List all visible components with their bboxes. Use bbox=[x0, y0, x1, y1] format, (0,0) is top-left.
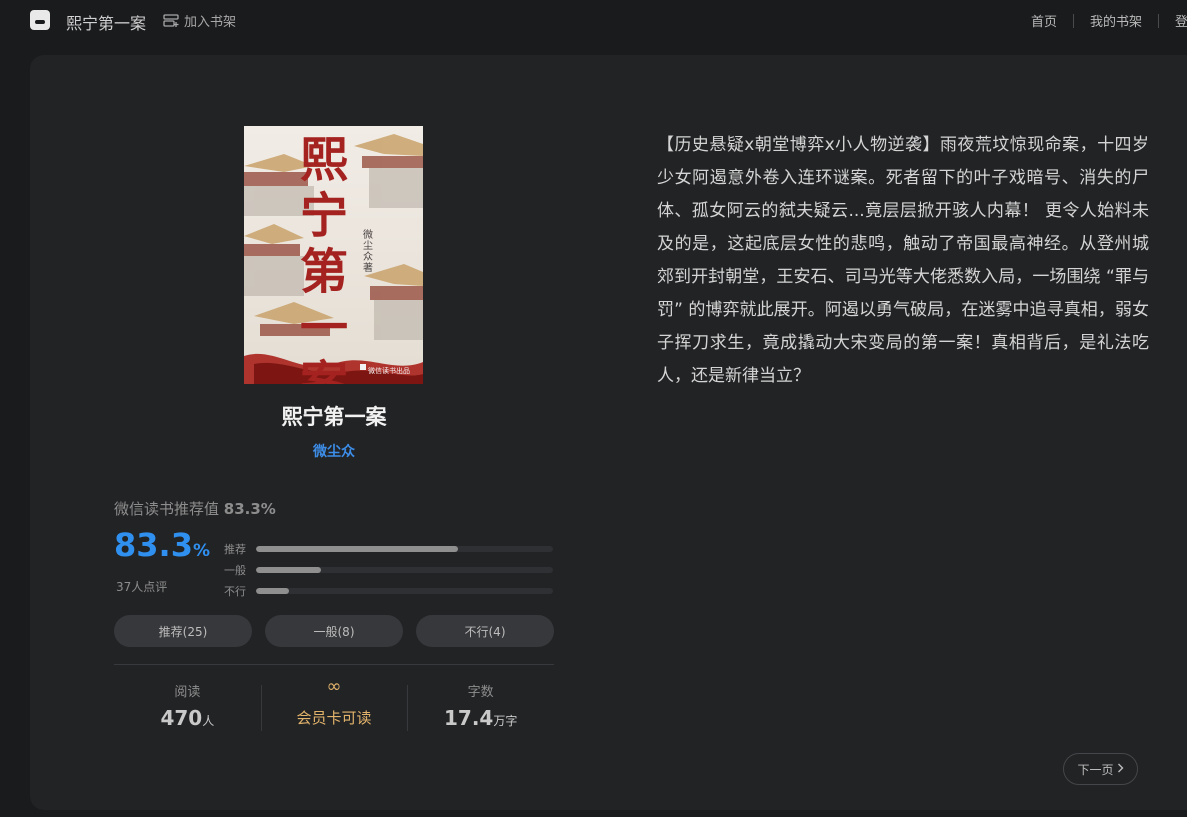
cover-title-text: 熙宁第一案 bbox=[299, 132, 348, 384]
vote-poor-button[interactable]: 不行(4) bbox=[416, 615, 554, 647]
header-book-title: 熙宁第一案 bbox=[66, 14, 147, 33]
chevron-right-icon bbox=[1117, 762, 1124, 776]
rating-bar-average: 一般 bbox=[224, 559, 554, 580]
rating-label-text: 微信读书推荐值 bbox=[114, 500, 220, 518]
book-author-link[interactable]: 微尘众 bbox=[114, 441, 554, 461]
cover-author-text: 微尘众著 bbox=[363, 230, 373, 274]
rating-bar-fill bbox=[256, 566, 322, 573]
nav-separator bbox=[1158, 13, 1159, 28]
stat-words-number: 17.4 bbox=[443, 706, 494, 730]
vote-average-button[interactable]: 一般(8) bbox=[265, 615, 403, 647]
rating-bar-fill bbox=[256, 587, 289, 594]
app-logo-icon[interactable] bbox=[30, 10, 50, 30]
add-to-shelf-label: 加入书架 bbox=[184, 15, 237, 30]
book-stats: 阅读 470人 ∞ 会员卡可读 字数 17.4万字 bbox=[114, 677, 554, 737]
cover-publisher-text: 微信读书出品 bbox=[368, 367, 410, 375]
rating-bar-track bbox=[256, 566, 553, 573]
book-title: 熙宁第一案 bbox=[281, 404, 387, 429]
next-page-button[interactable]: 下一页 bbox=[1063, 753, 1138, 785]
book-cover[interactable]: 熙宁第一案 微尘众著 微信读书出品 bbox=[244, 126, 423, 384]
rating-label-value: 83.3% bbox=[223, 500, 276, 518]
stat-membership[interactable]: ∞ 会员卡可读 bbox=[260, 676, 408, 737]
rating-score-value: 83.3 bbox=[114, 526, 193, 564]
infinity-icon: ∞ bbox=[326, 676, 342, 697]
nav-separator bbox=[1072, 13, 1074, 28]
rating-score-percent: % bbox=[192, 541, 210, 561]
rating-bar-fill bbox=[256, 545, 458, 552]
stat-membership-text: 会员卡可读 bbox=[296, 709, 372, 727]
stat-reads: 阅读 470人 bbox=[114, 677, 261, 737]
book-description: 【历史悬疑x朝堂博弈x小人物逆袭】雨夜荒坟惊现命案，十四岁少女阿遏意外卷入连环谜… bbox=[657, 135, 1149, 386]
rating-bar-label: 推荐 bbox=[224, 542, 246, 556]
stat-reads-number: 470 bbox=[160, 706, 203, 730]
rating-bar-track bbox=[256, 587, 553, 594]
rating-bar-track bbox=[256, 545, 553, 552]
rating-bar-recommend: 推荐 bbox=[224, 538, 554, 559]
top-nav: 首页 我的书架 登 bbox=[1031, 11, 1187, 30]
divider bbox=[114, 664, 554, 665]
stat-words-value: 17.4万字 bbox=[407, 706, 554, 730]
nav-home[interactable]: 首页 bbox=[1031, 11, 1057, 30]
book-detail-panel: 熙宁第一案 微尘众著 微信读书出品 熙宁第一案 微尘众 微信读书推荐值 83.3… bbox=[30, 55, 1187, 810]
stat-words: 字数 17.4万字 bbox=[407, 677, 554, 737]
stat-reads-unit: 人 bbox=[202, 714, 215, 728]
stat-words-label: 字数 bbox=[467, 685, 494, 700]
rating-bar-label: 一般 bbox=[224, 563, 246, 577]
stat-reads-value: 470人 bbox=[114, 706, 261, 730]
rating-bar-poor: 不行 bbox=[224, 580, 554, 601]
stat-words-unit: 万字 bbox=[493, 714, 518, 728]
bookshelf-icon bbox=[163, 13, 179, 28]
vote-buttons: 推荐(25) 一般(8) 不行(4) bbox=[114, 615, 554, 647]
nav-login[interactable]: 登 bbox=[1175, 11, 1187, 30]
stat-reads-label: 阅读 bbox=[174, 685, 201, 700]
rating-distribution: 推荐 一般 不行 bbox=[224, 538, 554, 601]
rating-label: 微信读书推荐值 83.3% bbox=[114, 498, 276, 519]
vote-recommend-button[interactable]: 推荐(25) bbox=[114, 615, 252, 647]
rating-review-count: 37人点评 bbox=[116, 580, 168, 594]
nav-my-shelf[interactable]: 我的书架 bbox=[1090, 11, 1142, 30]
rating-score: 83.3% bbox=[114, 526, 210, 564]
add-to-shelf-button[interactable]: 加入书架 bbox=[163, 11, 236, 30]
rating-bar-label: 不行 bbox=[224, 584, 246, 598]
next-page-label: 下一页 bbox=[1077, 762, 1114, 777]
top-bar: 熙宁第一案 加入书架 首页 我的书架 登 bbox=[0, 0, 1187, 40]
